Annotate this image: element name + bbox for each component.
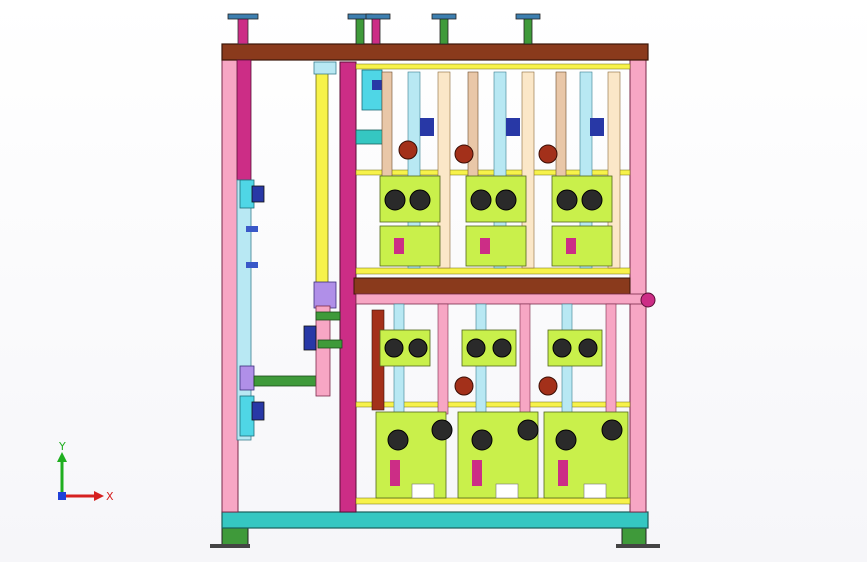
frame-upright-left: [221, 57, 239, 513]
triad-y-arrowhead: [57, 452, 67, 462]
lower-pump-module-3: [538, 303, 629, 499]
triad-y-label: Y: [58, 440, 66, 453]
inlet-pipes: [227, 13, 541, 45]
orientation-triad: Y X: [57, 440, 114, 503]
yellow-riser-pipe: [303, 61, 343, 397]
lower-pump-module-1: [371, 303, 453, 499]
middle-manifold: [353, 277, 656, 308]
pump-skid-model[interactable]: [0, 0, 867, 562]
triad-x-label: X: [106, 490, 114, 503]
triad-z-axis: [58, 492, 66, 500]
base-beam: [221, 511, 649, 529]
top-beam: [221, 43, 649, 61]
lower-pump-module-2: [454, 303, 539, 499]
foot-right-pad: [616, 544, 660, 548]
frame-upright-right: [629, 57, 647, 513]
foot-right: [621, 525, 647, 547]
upper-pump-module-1: [379, 71, 451, 269]
foot-left-pad: [210, 544, 250, 548]
model-viewport[interactable]: Y X: [0, 0, 867, 562]
triad-x-arrowhead: [94, 491, 104, 501]
top-valve-cluster: [355, 69, 387, 145]
foot-left: [221, 525, 249, 547]
left-riser-pipe: [236, 59, 317, 441]
